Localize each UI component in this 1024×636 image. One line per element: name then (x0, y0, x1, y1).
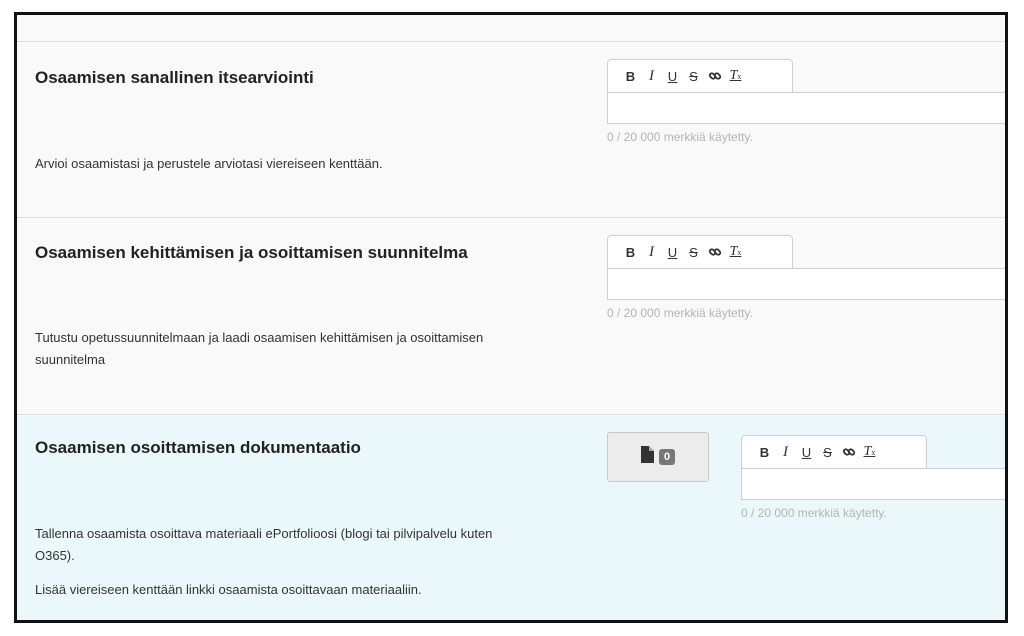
underline-button[interactable]: U (662, 241, 683, 263)
section-title: Osaamisen osoittamisen dokumentaatio (35, 438, 361, 457)
attachments-button[interactable]: 0 (607, 432, 709, 482)
strikethrough-button[interactable]: S (683, 241, 704, 263)
form-frame: Osaamisen sanallinen itsearviointi Arvio… (14, 12, 1008, 623)
editor-toolbar: B I U S Tx (741, 435, 927, 468)
document-icon (640, 446, 654, 468)
italic-button[interactable]: I (775, 441, 796, 463)
section-description: Tutustu opetussuunnitelmaan ja laadi osa… (35, 330, 484, 367)
bold-button[interactable]: B (620, 65, 641, 87)
clear-format-button[interactable]: Tx (725, 65, 746, 87)
link-icon[interactable] (704, 65, 725, 87)
previous-section-edge (17, 15, 1005, 42)
clear-format-button[interactable]: Tx (725, 241, 746, 263)
section-description: Arvioi osaamistasi ja perustele arviotas… (35, 156, 383, 171)
text-field[interactable] (607, 268, 1005, 300)
section-development-plan: Osaamisen kehittämisen ja osoittamisen s… (17, 219, 1005, 415)
section-self-assessment: Osaamisen sanallinen itsearviointi Arvio… (17, 42, 1005, 218)
strikethrough-button[interactable]: S (817, 441, 838, 463)
character-counter: 0 / 20 000 merkkiä käytetty. (607, 130, 753, 144)
section-instruction: Lisää viereiseen kenttään linkki osaamis… (35, 582, 422, 597)
section-title: Osaamisen sanallinen itsearviointi (35, 68, 314, 87)
bold-button[interactable]: B (620, 241, 641, 263)
character-counter: 0 / 20 000 merkkiä käytetty. (741, 506, 887, 520)
italic-button[interactable]: I (641, 65, 662, 87)
italic-button[interactable]: I (641, 241, 662, 263)
underline-button[interactable]: U (796, 441, 817, 463)
editor-toolbar: B I U S Tx (607, 59, 793, 92)
underline-button[interactable]: U (662, 65, 683, 87)
strikethrough-button[interactable]: S (683, 65, 704, 87)
link-icon[interactable] (704, 241, 725, 263)
attachment-count-badge: 0 (658, 449, 676, 465)
character-counter: 0 / 20 000 merkkiä käytetty. (607, 306, 753, 320)
clear-format-button[interactable]: Tx (859, 441, 880, 463)
section-title: Osaamisen kehittämisen ja osoittamisen s… (35, 243, 468, 262)
editor-toolbar: B I U S Tx (607, 235, 793, 268)
text-field[interactable] (607, 92, 1005, 124)
text-field[interactable] (741, 468, 1005, 500)
section-documentation: Osaamisen osoittamisen dokumentaatio Tal… (17, 416, 1005, 620)
bold-button[interactable]: B (754, 441, 775, 463)
link-icon[interactable] (838, 441, 859, 463)
section-description: Tallenna osaamista osoittava materiaali … (35, 526, 493, 563)
